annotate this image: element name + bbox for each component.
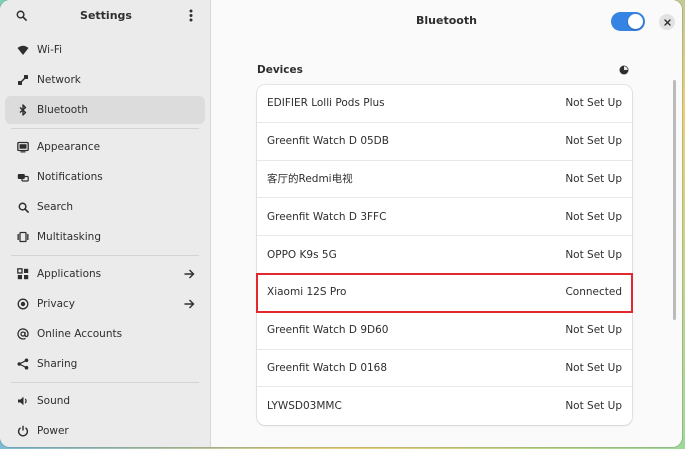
sidebar-divider [11, 382, 199, 383]
page-title: Bluetooth [416, 13, 477, 27]
scrollbar[interactable] [673, 80, 676, 320]
device-status: Not Set Up [565, 172, 622, 185]
power-icon [17, 425, 29, 437]
device-row[interactable]: Greenfit Watch D 0168 Not Set Up [257, 350, 632, 388]
close-icon [663, 18, 671, 26]
menu-button[interactable] [182, 6, 200, 24]
sidebar-item-applications[interactable]: Applications [5, 260, 205, 288]
device-name: 客厅的Redmi电视 [267, 173, 353, 186]
multitasking-icon [17, 231, 29, 243]
sidebar-item-label: Power [37, 425, 69, 437]
device-name: Greenfit Watch D 05DB [267, 135, 389, 148]
device-row[interactable]: OPPO K9s 5G Not Set Up [257, 236, 632, 274]
device-row[interactable]: LYWSD03MMC Not Set Up [257, 387, 632, 425]
search-icon [16, 10, 27, 21]
device-name: OPPO K9s 5G [267, 248, 337, 261]
kebab-menu-icon [189, 9, 193, 21]
appearance-icon [17, 141, 29, 153]
device-status: Not Set Up [565, 361, 622, 374]
close-button[interactable] [659, 14, 675, 30]
sidebar-item-label: Sharing [37, 358, 78, 370]
device-row[interactable]: Greenfit Watch D 3FFC Not Set Up [257, 198, 632, 237]
content-area: Devices EDIFIER Lolli Pods Plus Not Set … [211, 40, 682, 426]
toggle-knob [628, 14, 643, 29]
device-status: Not Set Up [565, 324, 622, 337]
device-row-connected[interactable]: Xiaomi 12S Pro Connected [256, 272, 633, 313]
sidebar-item-search[interactable]: Search [5, 193, 205, 221]
device-name: Greenfit Watch D 0168 [267, 361, 388, 374]
search-icon [17, 201, 29, 213]
sidebar-item-label: Wi-Fi [37, 44, 63, 56]
sidebar-item-label: Appearance [37, 141, 101, 153]
device-name: EDIFIER Lolli Pods Plus [267, 97, 385, 110]
sidebar-item-label: Notifications [37, 171, 103, 183]
sidebar-item-appearance[interactable]: Appearance [5, 133, 205, 161]
device-row[interactable]: Greenfit Watch D 05DB Not Set Up [257, 123, 632, 161]
sidebar-divider [11, 128, 199, 129]
sidebar-item-label: Network [37, 74, 81, 86]
sound-icon [17, 395, 29, 407]
sidebar-item-power[interactable]: Power [5, 417, 205, 445]
device-status: Connected [565, 286, 622, 299]
network-icon [17, 74, 29, 86]
sidebar-item-label: Online Accounts [37, 328, 123, 340]
settings-window: Settings Wi-Fi Network Bluetooth Appeara… [0, 0, 682, 447]
devices-header: Devices [257, 64, 632, 76]
sidebar-item-sound[interactable]: Sound [5, 387, 205, 415]
arrow-right-icon [183, 268, 195, 280]
sidebar-item-online-accounts[interactable]: Online Accounts [5, 320, 205, 348]
sidebar-item-label: Sound [37, 395, 71, 407]
spinner-icon [618, 64, 630, 76]
bluetooth-icon [17, 104, 29, 116]
device-name: Greenfit Watch D 3FFC [267, 210, 387, 223]
sidebar-item-label: Search [37, 201, 74, 213]
device-status: Not Set Up [565, 248, 622, 261]
sharing-icon [17, 358, 29, 370]
main-header: Bluetooth [211, 0, 682, 40]
sidebar-item-wifi[interactable]: Wi-Fi [5, 36, 205, 64]
sidebar-item-privacy[interactable]: Privacy [5, 290, 205, 318]
sidebar-title: Settings [80, 8, 132, 22]
devices-title: Devices [257, 64, 303, 76]
device-status: Not Set Up [565, 210, 622, 223]
device-row[interactable]: EDIFIER Lolli Pods Plus Not Set Up [257, 85, 632, 123]
sidebar-item-network[interactable]: Network [5, 66, 205, 94]
sidebar-item-label: Multitasking [37, 231, 102, 243]
device-row[interactable]: Greenfit Watch D 9D60 Not Set Up [257, 312, 632, 350]
device-status: Not Set Up [565, 97, 622, 110]
main-panel: Bluetooth Devices EDIFIER Lolli Pods Plu… [211, 0, 682, 447]
sidebar-item-sharing[interactable]: Sharing [5, 350, 205, 378]
applications-icon [17, 268, 29, 280]
device-status: Not Set Up [565, 135, 622, 148]
sidebar-header: Settings [0, 0, 210, 30]
sidebar-list: Wi-Fi Network Bluetooth Appearance Notif… [0, 30, 210, 447]
bluetooth-toggle[interactable] [611, 12, 645, 31]
sidebar-item-label: Applications [37, 268, 102, 280]
sidebar-item-label: Bluetooth [37, 104, 88, 116]
privacy-icon [17, 298, 29, 310]
sidebar-item-notifications[interactable]: Notifications [5, 163, 205, 191]
device-list: EDIFIER Lolli Pods Plus Not Set Up Green… [256, 85, 633, 426]
online-accounts-icon [17, 328, 29, 340]
device-status: Not Set Up [565, 400, 622, 413]
device-name: Xiaomi 12S Pro [267, 286, 347, 299]
device-row[interactable]: 客厅的Redmi电视 Not Set Up [257, 161, 632, 199]
device-name: LYWSD03MMC [267, 400, 342, 413]
device-name: Greenfit Watch D 9D60 [267, 324, 389, 337]
sidebar-item-bluetooth[interactable]: Bluetooth [5, 96, 205, 124]
sidebar-item-multitasking[interactable]: Multitasking [5, 223, 205, 251]
wifi-icon [17, 44, 29, 56]
arrow-right-icon [183, 298, 195, 310]
sidebar: Settings Wi-Fi Network Bluetooth Appeara… [0, 0, 211, 447]
notifications-icon [17, 171, 29, 183]
sidebar-divider [11, 255, 199, 256]
sidebar-item-label: Privacy [37, 298, 76, 310]
search-button[interactable] [12, 6, 30, 24]
